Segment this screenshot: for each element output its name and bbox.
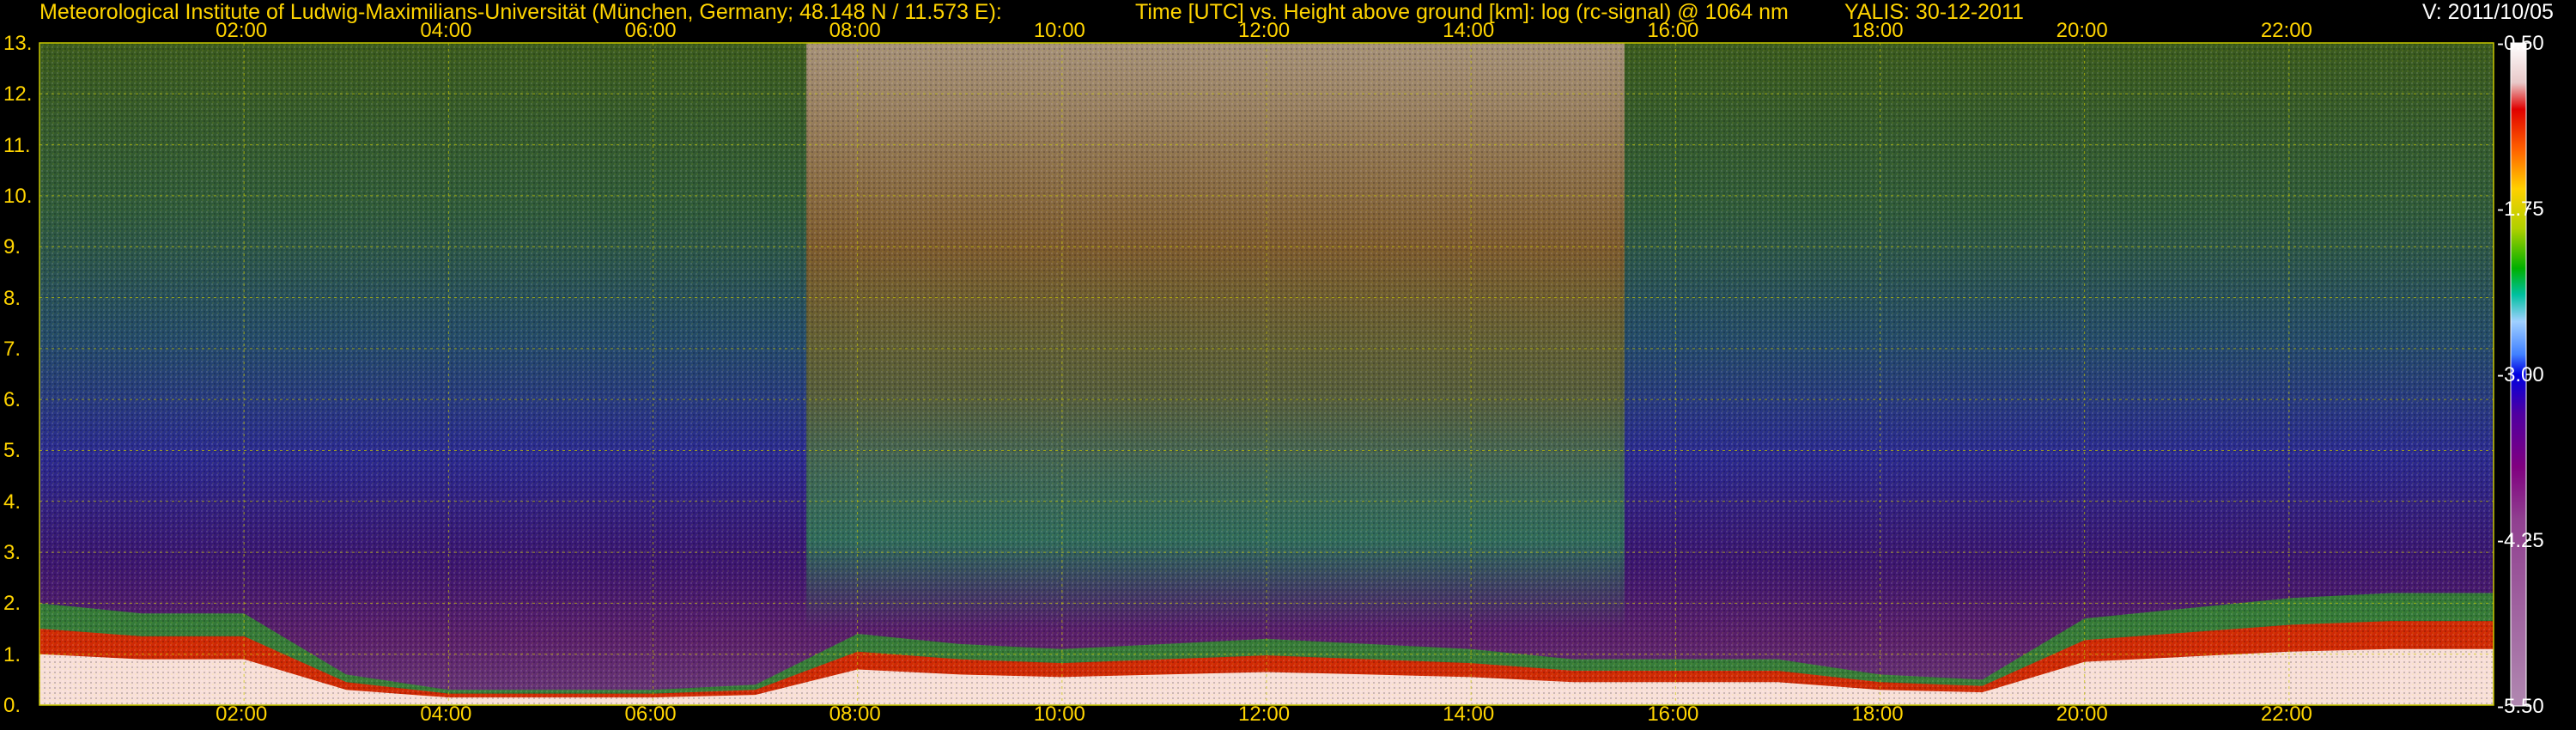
x-tick-label-bottom: 20:00 [2056, 703, 2108, 726]
y-tick-label: 12. [3, 82, 33, 106]
y-tick-label: 2. [3, 592, 21, 616]
x-tick-label-bottom: 22:00 [2260, 703, 2312, 726]
x-tick-label-bottom: 16:00 [1647, 703, 1699, 726]
colorbar-tick-label: -0.50 [2497, 32, 2544, 55]
x-tick-label-top: 16:00 [1647, 19, 1699, 42]
x-tick-label-bottom: 08:00 [829, 703, 881, 726]
heatmap-svg [39, 42, 2531, 707]
x-tick-label-top: 04:00 [420, 19, 472, 42]
x-tick-label-top: 18:00 [1851, 19, 1904, 42]
y-tick-label: 6. [3, 388, 21, 412]
y-tick-label: 1. [3, 642, 21, 666]
x-tick-label-bottom: 14:00 [1443, 703, 1495, 726]
x-tick-label-bottom: 06:00 [624, 703, 677, 726]
x-tick-label-bottom: 18:00 [1851, 703, 1904, 726]
x-tick-label-top: 06:00 [624, 19, 677, 42]
x-tick-label-top: 10:00 [1033, 19, 1085, 42]
x-tick-label-bottom: 12:00 [1238, 703, 1291, 726]
y-tick-label: 10. [3, 184, 33, 208]
y-tick-label: 11. [3, 133, 31, 157]
x-tick-label-bottom: 10:00 [1033, 703, 1085, 726]
x-tick-label-top: 22:00 [2260, 19, 2312, 42]
x-tick-label-top: 14:00 [1443, 19, 1495, 42]
y-tick-label: 13. [3, 32, 33, 55]
y-tick-label: 3. [3, 541, 21, 565]
x-tick-label-bottom: 04:00 [420, 703, 472, 726]
y-tick-label: 0. [3, 694, 21, 717]
y-tick-label: 9. [3, 235, 21, 259]
x-tick-label-top: 20:00 [2056, 19, 2108, 42]
x-tick-label-top: 12:00 [1238, 19, 1291, 42]
x-tick-label-top: 08:00 [829, 19, 881, 42]
colorbar-tick-label: -4.25 [2497, 529, 2544, 552]
y-tick-label: 8. [3, 286, 21, 310]
y-tick-label: 7. [3, 337, 21, 361]
y-tick-label: 5. [3, 439, 21, 463]
x-tick-label-top: 02:00 [216, 19, 268, 42]
colorbar-tick-label: -3.00 [2497, 363, 2544, 386]
colorbar-tick-label: -5.50 [2497, 695, 2544, 718]
x-tick-label-bottom: 02:00 [216, 703, 268, 726]
lidar-plot: Meteorological Institute of Ludwig-Maxim… [0, 0, 2576, 730]
y-tick-label: 4. [3, 490, 21, 514]
colorbar-tick-label: -1.75 [2497, 198, 2544, 221]
